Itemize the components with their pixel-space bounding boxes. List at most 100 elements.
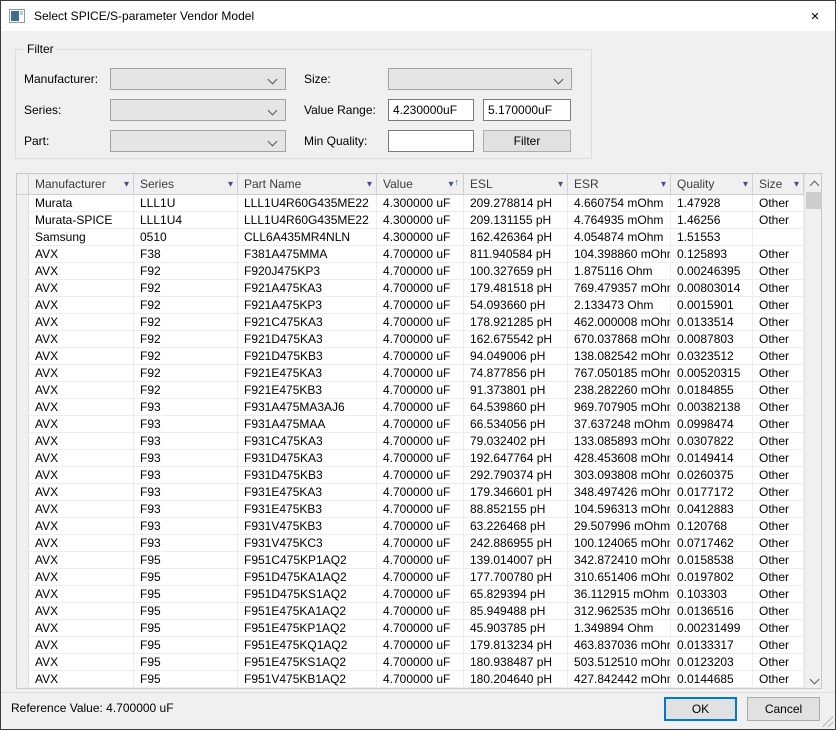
scrollbar-thumb[interactable] [806,192,821,209]
table-row[interactable]: AVXF92F921D475KA34.700000 uF162.675542 p… [17,331,804,348]
cell-esr: 36.112915 mOhm [568,586,671,602]
filter-dropdown-icon[interactable]: ▾ [558,179,563,190]
cell-esl: 88.852155 pH [464,501,568,517]
cell-part-name: F921C475KA3 [238,314,377,330]
table-row[interactable]: AVXF95F951D475KA1AQ24.700000 uF177.70078… [17,569,804,586]
filter-button[interactable]: Filter [483,130,571,152]
table-row[interactable]: AVXF92F920J475KP34.700000 uF100.327659 p… [17,263,804,280]
filter-dropdown-icon[interactable]: ▾ [661,179,666,190]
cell-quality: 0.0149414 [671,450,753,466]
scroll-down-button[interactable] [805,671,822,688]
manufacturer-select[interactable] [110,68,286,90]
cancel-button[interactable]: Cancel [747,697,820,721]
table-row[interactable]: AVXF92F921E475KB34.700000 uF91.373801 pH… [17,382,804,399]
scroll-up-button[interactable] [805,174,822,191]
table-row[interactable]: AVXF93F931A475MA3AJ64.700000 uF64.539860… [17,399,804,416]
cell-part-name: LLL1U4R60G435ME22 [238,212,377,228]
cell-series: F93 [134,501,238,517]
filter-dropdown-icon[interactable]: ▾ [448,179,453,190]
table-row[interactable]: AVXF93F931C475KA34.700000 uF79.032402 pH… [17,433,804,450]
filter-dropdown-icon[interactable]: ▾ [743,179,748,190]
column-header-quality[interactable]: Quality▾ [671,174,753,194]
cell-quality: 0.0412883 [671,501,753,517]
vertical-scrollbar[interactable] [804,174,821,688]
table-row[interactable]: AVXF93F931D475KB34.700000 uF292.790374 p… [17,467,804,484]
table-row[interactable]: AVXF93F931V475KC34.700000 uF242.886955 p… [17,535,804,552]
column-header-series[interactable]: Series▾ [134,174,238,194]
part-select[interactable] [110,130,286,152]
table-row[interactable]: AVXF95F951E475KQ1AQ24.700000 uF179.81323… [17,637,804,654]
table-row[interactable]: AVXF93F931A475MAA4.700000 uF66.534056 pH… [17,416,804,433]
cell-size: Other [753,535,804,551]
chevron-down-icon [810,676,818,684]
table-row[interactable]: Murata-SPICELLL1U4LLL1U4R60G435ME224.300… [17,212,804,229]
table-row[interactable]: AVXF95F951V475KB1AQ24.700000 uF180.20464… [17,671,804,688]
cell-manufacturer: AVX [29,671,134,687]
table-row[interactable]: AVXF93F931V475KB34.700000 uF63.226468 pH… [17,518,804,535]
close-button[interactable]: × [795,1,835,31]
series-select[interactable] [110,99,286,121]
value-range-label: Value Range: [304,99,376,121]
value-range-max-input[interactable] [483,99,571,121]
column-header-esl[interactable]: ESL▾ [464,174,568,194]
table-row[interactable]: AVXF95F951E475KA1AQ24.700000 uF85.949488… [17,603,804,620]
row-indicator-cell [17,637,29,653]
cell-manufacturer: AVX [29,433,134,449]
cell-manufacturer: AVX [29,246,134,262]
cell-manufacturer: AVX [29,382,134,398]
table-header: Manufacturer▾Series▾Part Name▾Value▾↑ESL… [17,174,804,195]
table-row[interactable]: AVXF38F381A475MMA4.700000 uF811.940584 p… [17,246,804,263]
table-row[interactable]: AVXF93F931E475KB34.700000 uF88.852155 pH… [17,501,804,518]
filter-dropdown-icon[interactable]: ▾ [228,179,233,190]
vendor-model-table: Manufacturer▾Series▾Part Name▾Value▾↑ESL… [16,173,822,689]
size-select[interactable] [388,68,572,90]
column-header-value[interactable]: Value▾↑ [377,174,464,194]
cell-esl: 192.647764 pH [464,450,568,466]
cell-esr: 310.651406 mOhm [568,569,671,585]
table-row[interactable]: AVXF92F921D475KB34.700000 uF94.049006 pH… [17,348,804,365]
cell-size: Other [753,348,804,364]
table-row[interactable]: AVXF93F931D475KA34.700000 uF192.647764 p… [17,450,804,467]
table-row[interactable]: AVXF92F921A475KP34.700000 uF54.093660 pH… [17,297,804,314]
cell-esr: 1.875116 Ohm [568,263,671,279]
sort-ascending-icon: ↑ [455,177,460,187]
table-row[interactable]: AVXF92F921E475KA34.700000 uF74.877856 pH… [17,365,804,382]
table-row[interactable]: AVXF95F951D475KS1AQ24.700000 uF65.829394… [17,586,804,603]
filter-dropdown-icon[interactable]: ▾ [124,179,129,190]
column-header-part-name[interactable]: Part Name▾ [238,174,377,194]
filter-dropdown-icon[interactable]: ▾ [794,179,799,190]
row-indicator-cell [17,382,29,398]
table-row[interactable]: AVXF95F951E475KP1AQ24.700000 uF45.903785… [17,620,804,637]
table-row[interactable]: AVXF92F921C475KA34.700000 uF178.921285 p… [17,314,804,331]
table-row[interactable]: AVXF95F951C475KP1AQ24.700000 uF139.01400… [17,552,804,569]
cell-series: F93 [134,416,238,432]
cell-series: F93 [134,433,238,449]
close-icon: × [811,8,820,25]
table-row[interactable]: MurataLLL1ULLL1U4R60G435ME224.300000 uF2… [17,195,804,212]
cell-esl: 178.921285 pH [464,314,568,330]
column-header-size[interactable]: Size▾ [753,174,804,194]
table-row[interactable]: AVXF92F921A475KA34.700000 uF179.481518 p… [17,280,804,297]
cell-value: 4.700000 uF [377,501,464,517]
table-row[interactable]: AVXF93F931E475KA34.700000 uF179.346601 p… [17,484,804,501]
cell-size: Other [753,416,804,432]
column-header-esr[interactable]: ESR▾ [568,174,671,194]
cell-esr: 969.707905 mOhm [568,399,671,415]
column-header-manufacturer[interactable]: Manufacturer▾ [29,174,134,194]
ok-button[interactable]: OK [664,697,737,721]
column-header-label: Manufacturer [35,177,122,191]
filter-dropdown-icon[interactable]: ▾ [367,179,372,190]
min-quality-input[interactable] [388,130,474,152]
cell-value: 4.700000 uF [377,484,464,500]
value-range-min-input[interactable] [388,99,474,121]
resize-grip[interactable] [820,714,833,727]
table-row[interactable]: Samsung0510CLL6A435MR4NLN4.300000 uF162.… [17,229,804,246]
cell-esr: 348.497426 mOhm [568,484,671,500]
cell-manufacturer: AVX [29,518,134,534]
cell-esl: 66.534056 pH [464,416,568,432]
cell-esl: 139.014007 pH [464,552,568,568]
cell-value: 4.700000 uF [377,535,464,551]
cell-quality: 0.0136516 [671,603,753,619]
table-row[interactable]: AVXF95F951E475KS1AQ24.700000 uF180.93848… [17,654,804,671]
cell-manufacturer: AVX [29,620,134,636]
